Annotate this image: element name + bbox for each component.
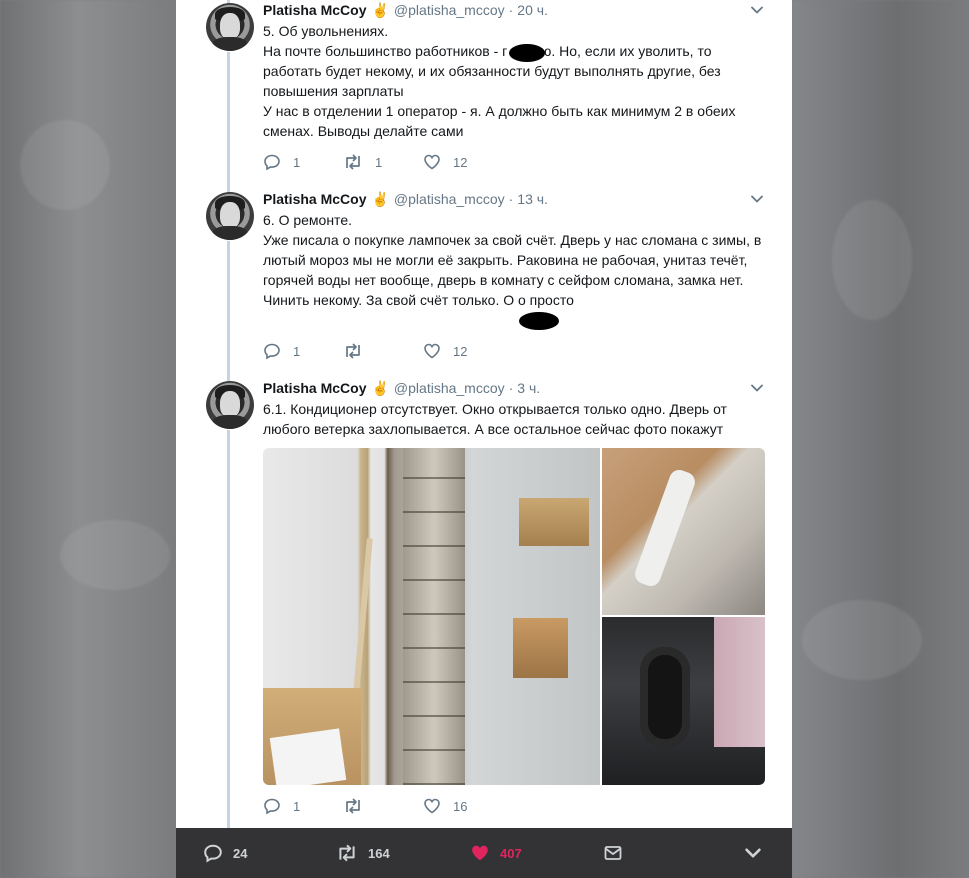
tweet-text: 6. О ремонте. Уже писала о покупке лампо… xyxy=(263,212,762,308)
tweet-text: 6.1. Кондиционер отсутствует. Окно откры… xyxy=(263,401,727,437)
bottom-retweet-count: 164 xyxy=(368,845,390,861)
victory-hand-icon: ✌ xyxy=(371,1,389,18)
heart-icon xyxy=(424,154,440,170)
more-options-button[interactable] xyxy=(744,828,772,878)
chevron-down-icon[interactable] xyxy=(750,3,764,17)
like-count: 12 xyxy=(453,154,468,170)
reply-icon xyxy=(264,798,280,815)
heart-icon xyxy=(424,798,440,814)
separator-dot: · xyxy=(508,380,514,396)
retweet-icon xyxy=(346,154,360,170)
chevron-down-icon xyxy=(745,848,761,858)
redaction-mark xyxy=(509,44,545,62)
retweet-button[interactable] xyxy=(343,342,423,360)
like-button[interactable]: 12 xyxy=(423,342,503,360)
reply-count: 1 xyxy=(293,798,301,814)
bottom-like-button[interactable]: 407 xyxy=(470,828,522,878)
author-handle[interactable]: @platisha_mccoy xyxy=(394,380,505,396)
bottom-action-bar: 24 164 407 xyxy=(176,828,792,878)
reply-button[interactable]: 1 xyxy=(263,153,343,171)
photo-grid xyxy=(263,448,765,785)
reply-count: 1 xyxy=(293,154,301,170)
photo-broken-door[interactable] xyxy=(602,448,765,615)
blurred-background-left xyxy=(0,0,176,878)
reply-icon xyxy=(264,154,280,171)
like-count: 16 xyxy=(453,798,468,814)
chevron-down-icon[interactable] xyxy=(750,381,764,395)
like-button[interactable]: 12 xyxy=(423,153,503,171)
chevron-down-icon[interactable] xyxy=(750,192,764,206)
timestamp[interactable]: 13 ч. xyxy=(517,191,548,207)
heart-icon xyxy=(472,845,488,861)
bottom-reply-count: 24 xyxy=(233,845,248,861)
retweet-button[interactable]: 1 xyxy=(343,153,423,171)
timestamp[interactable]: 20 ч. xyxy=(517,2,548,18)
reply-icon xyxy=(204,844,222,863)
like-button[interactable]: 16 xyxy=(423,797,503,815)
tweet[interactable]: Platisha McCoy ✌ @platisha_mccoy · 13 ч.… xyxy=(176,189,792,374)
tweet[interactable]: Platisha McCoy ✌ @platisha_mccoy · 20 ч.… xyxy=(176,0,792,185)
retweet-icon xyxy=(346,343,360,359)
photo-broken-chair[interactable] xyxy=(602,617,765,785)
avatar[interactable] xyxy=(206,381,254,429)
avatar[interactable] xyxy=(206,3,254,51)
author-name[interactable]: Platisha McCoy xyxy=(263,2,366,18)
photo-office-wall[interactable] xyxy=(263,448,600,785)
bottom-retweet-button[interactable]: 164 xyxy=(336,828,390,878)
bottom-like-count: 407 xyxy=(500,845,522,861)
author-handle[interactable]: @platisha_mccoy xyxy=(394,191,505,207)
separator-dot: · xyxy=(508,2,514,18)
retweet-icon xyxy=(346,798,360,814)
tweet-text: 5. Об увольнениях. На почте большинство … xyxy=(263,23,736,139)
blurred-background-right xyxy=(792,0,969,878)
timestamp[interactable]: 3 ч. xyxy=(517,380,540,396)
like-count: 12 xyxy=(453,343,468,359)
victory-hand-icon: ✌ xyxy=(371,190,389,207)
bottom-reply-button[interactable]: 24 xyxy=(203,828,247,878)
reply-icon xyxy=(264,343,280,360)
envelope-icon xyxy=(604,846,622,860)
tweet-thread-panel: Platisha McCoy ✌ @platisha_mccoy · 20 ч.… xyxy=(176,0,792,828)
avatar[interactable] xyxy=(206,192,254,240)
victory-hand-icon: ✌ xyxy=(371,379,389,396)
retweet-count: 1 xyxy=(375,154,383,170)
author-name[interactable]: Platisha McCoy xyxy=(263,191,366,207)
separator-dot: · xyxy=(508,191,514,207)
reply-button[interactable]: 1 xyxy=(263,797,343,815)
retweet-button[interactable] xyxy=(343,797,423,815)
direct-message-button[interactable] xyxy=(603,828,633,878)
heart-icon xyxy=(424,343,440,359)
author-handle[interactable]: @platisha_mccoy xyxy=(394,2,505,18)
retweet-icon xyxy=(339,844,355,862)
reply-count: 1 xyxy=(293,343,301,359)
redaction-mark xyxy=(519,312,559,330)
reply-button[interactable]: 1 xyxy=(263,342,343,360)
author-name[interactable]: Platisha McCoy xyxy=(263,380,366,396)
